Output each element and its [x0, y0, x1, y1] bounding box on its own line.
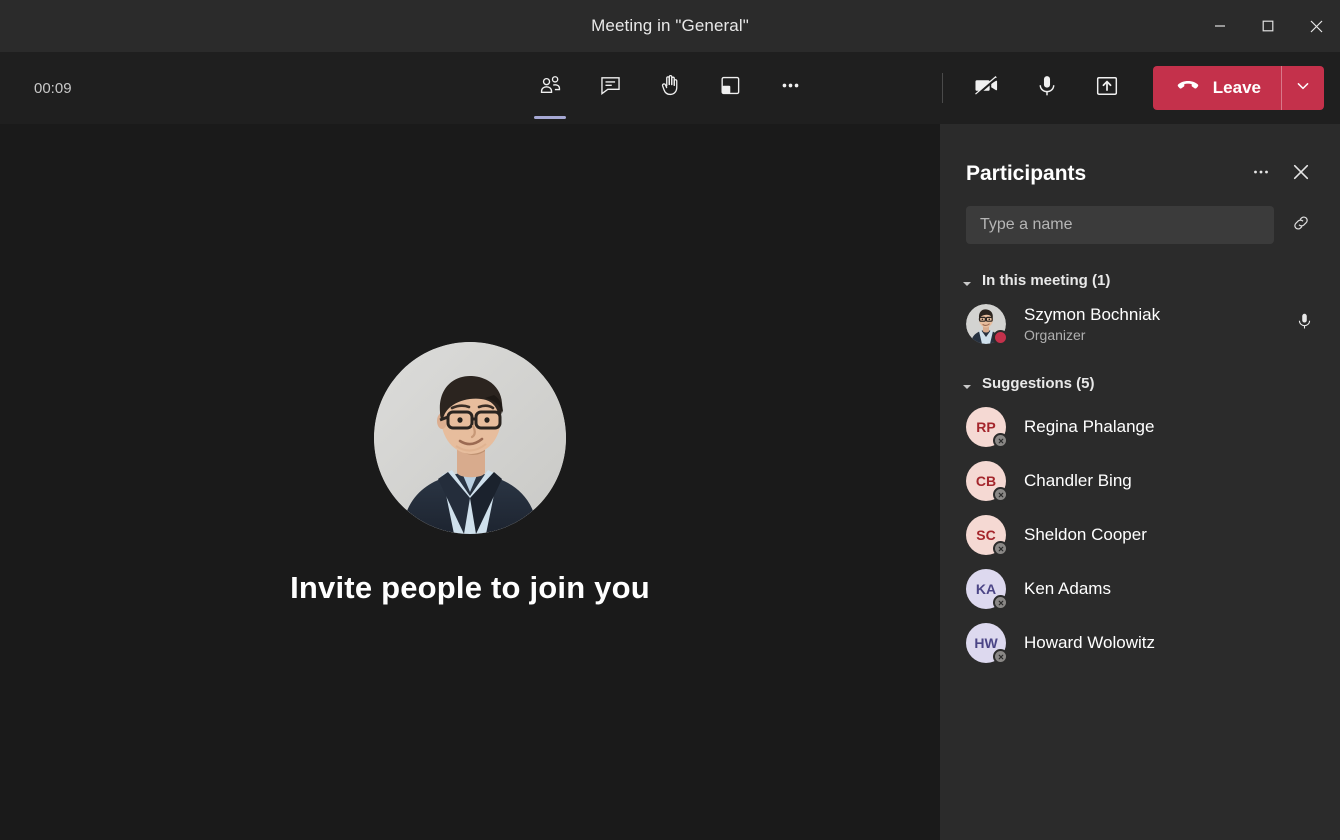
hang-up-icon	[1175, 73, 1201, 104]
title-bar: Meeting in "General"	[0, 0, 1340, 52]
panel-more-options-button[interactable]	[1244, 157, 1278, 191]
share-screen-button[interactable]	[1085, 66, 1129, 110]
participants-button[interactable]	[528, 66, 572, 110]
suggestions-rows: RP Regina Phalange CB Chandler Bing SC Sheldo…	[940, 400, 1340, 670]
participant-role: Organizer	[1024, 327, 1086, 343]
status-badge-offline	[993, 487, 1008, 502]
participant-names: Szymon Bochniak Organizer	[1024, 304, 1160, 344]
minimize-icon	[1214, 20, 1226, 32]
stage-content: Invite people to join you	[290, 342, 650, 606]
participants-list[interactable]: In this meeting (1) Szymon Bochniak Orga…	[940, 244, 1340, 840]
chat-button[interactable]	[588, 66, 632, 110]
chevron-down-icon	[962, 379, 972, 389]
section-header-suggestions[interactable]: Suggestions (5)	[940, 367, 1340, 400]
chevron-down-icon	[1295, 78, 1311, 99]
leave-button-group: Leave	[1152, 66, 1324, 110]
participant-name: Ken Adams	[1024, 579, 1111, 598]
avatar: RP	[966, 407, 1008, 448]
microphone-icon	[1034, 73, 1060, 104]
microphone-icon	[1294, 311, 1315, 337]
search-input[interactable]	[966, 206, 1274, 244]
panel-close-button[interactable]	[1284, 157, 1318, 191]
toolbar-right-controls: Leave	[928, 66, 1324, 110]
more-actions-button[interactable]	[768, 66, 812, 110]
participant-row[interactable]: SC Sheldon Cooper	[940, 508, 1340, 562]
avatar	[966, 304, 1008, 345]
status-badge-offline	[993, 649, 1008, 664]
window-title: Meeting in "General"	[591, 15, 749, 35]
status-badge-busy	[993, 330, 1008, 345]
status-badge-offline	[993, 433, 1008, 448]
avatar: KA	[966, 569, 1008, 610]
maximize-icon	[1262, 20, 1274, 32]
chat-icon	[598, 73, 623, 103]
avatar: CB	[966, 461, 1008, 502]
participant-row[interactable]: HW Howard Wolowitz	[940, 616, 1340, 670]
breakout-rooms-button[interactable]	[708, 66, 752, 110]
participant-name: Sheldon Cooper	[1024, 525, 1147, 544]
maximize-button[interactable]	[1244, 0, 1292, 52]
microphone-toggle-button[interactable]	[1025, 66, 1069, 110]
participant-row[interactable]: CB Chandler Bing	[940, 454, 1340, 508]
participant-names: Regina Phalange	[1024, 416, 1154, 438]
participant-row[interactable]: KA Ken Adams	[940, 562, 1340, 616]
teams-meeting-window: Meeting in "General" 00:09 Leave Invite …	[0, 0, 1340, 840]
participants-search-row	[940, 194, 1340, 244]
toolbar-divider	[941, 73, 943, 103]
minimize-button[interactable]	[1196, 0, 1244, 52]
section-label: Suggestions (5)	[982, 375, 1095, 392]
section-header-in-this-meeting[interactable]: In this meeting (1)	[940, 264, 1340, 297]
breakout-rooms-icon	[718, 73, 743, 103]
copy-link-icon	[1290, 212, 1312, 239]
participant-name: Regina Phalange	[1024, 417, 1155, 436]
raise-hand-icon	[658, 73, 683, 103]
status-badge-offline	[993, 595, 1008, 610]
meeting-stage: Invite people to join you	[0, 124, 940, 840]
more-options-icon	[1251, 162, 1271, 187]
participant-names: Sheldon Cooper	[1024, 524, 1147, 546]
status-badge-offline	[993, 541, 1008, 556]
participant-names: Chandler Bing	[1024, 470, 1132, 492]
participant-names: Ken Adams	[1024, 578, 1111, 600]
camera-toggle-button[interactable]	[965, 66, 1009, 110]
meeting-toolbar: 00:09 Leave	[0, 52, 1340, 124]
participant-name: Szymon Bochniak	[1024, 305, 1161, 324]
copy-join-link-button[interactable]	[1284, 208, 1318, 242]
people-icon	[538, 73, 563, 103]
close-icon	[1310, 20, 1323, 33]
participant-names: Howard Wolowitz	[1024, 632, 1155, 654]
participant-mic-button[interactable]	[1288, 308, 1320, 340]
participants-panel: Participants Type a name In this meeting…	[940, 124, 1340, 840]
meeting-body: Invite people to join you Participants T…	[0, 124, 1340, 840]
panel-title: Participants	[966, 162, 1087, 185]
stage-message: Invite people to join you	[290, 570, 650, 605]
meeting-timer: 00:09	[34, 79, 72, 97]
avatar: HW	[966, 623, 1008, 664]
avatar: SC	[966, 515, 1008, 556]
close-icon	[1292, 163, 1310, 186]
leave-button[interactable]: Leave	[1153, 66, 1281, 110]
close-button[interactable]	[1292, 0, 1340, 52]
camera-off-icon	[973, 72, 1000, 104]
section-label: In this meeting (1)	[982, 272, 1111, 289]
participant-name: Howard Wolowitz	[1024, 633, 1156, 652]
leave-options-button[interactable]	[1282, 66, 1324, 110]
more-options-icon	[778, 73, 803, 103]
leave-label: Leave	[1212, 78, 1261, 97]
participant-row[interactable]: RP Regina Phalange	[940, 400, 1340, 454]
raise-hand-button[interactable]	[648, 66, 692, 110]
participants-panel-header: Participants	[940, 124, 1340, 194]
panel-header-actions	[1244, 157, 1318, 191]
participant-name: Chandler Bing	[1024, 471, 1132, 490]
stage-profile-photo	[373, 342, 566, 534]
window-controls	[1196, 0, 1340, 51]
share-screen-icon	[1094, 73, 1120, 104]
participant-row[interactable]: Szymon Bochniak Organizer	[940, 297, 1340, 351]
chevron-down-icon	[962, 276, 972, 286]
